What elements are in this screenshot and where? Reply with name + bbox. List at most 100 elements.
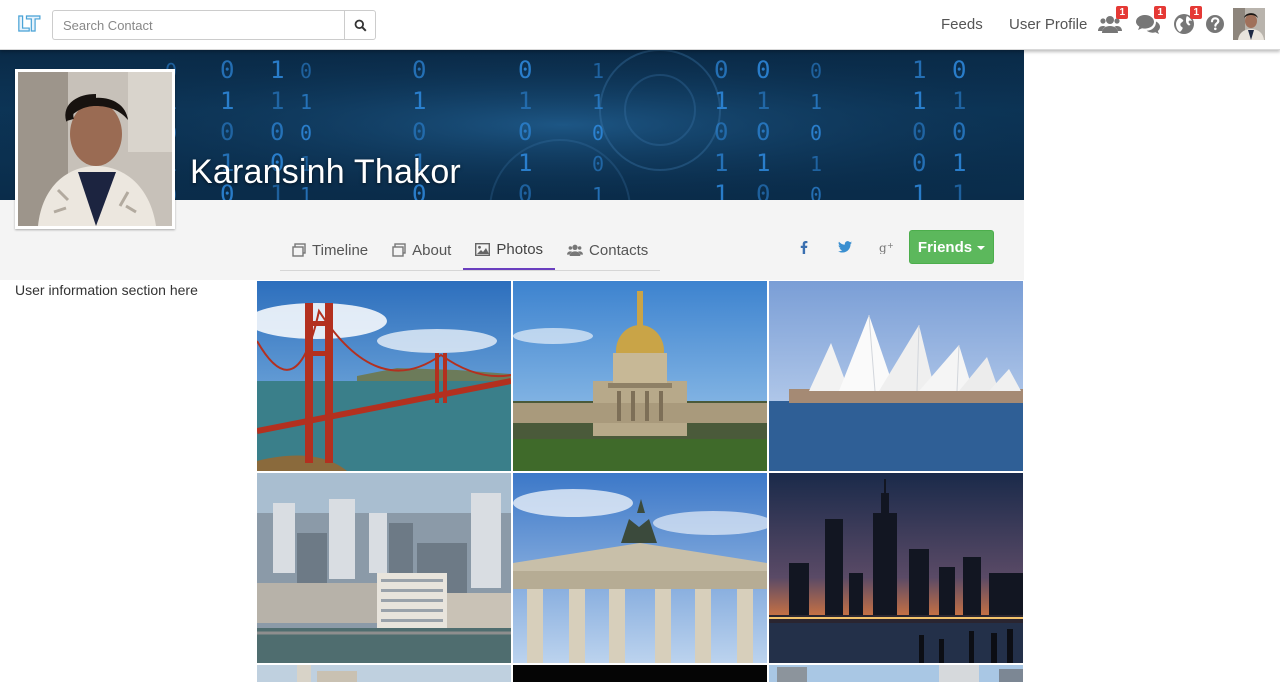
- cover-digit: 0: [952, 56, 966, 84]
- photo-row3-2[interactable]: [513, 665, 767, 682]
- cover-digit: 0: [270, 118, 284, 146]
- cover-digit: 1: [592, 183, 604, 200]
- friends-button-label: Friends: [917, 238, 973, 256]
- photo-row3-1[interactable]: [257, 665, 511, 682]
- cover-digit: 0: [412, 56, 426, 84]
- cover-digit: 1: [952, 149, 966, 177]
- facebook-button[interactable]: [794, 238, 814, 256]
- friends-dropdown-button[interactable]: Friends: [909, 230, 994, 264]
- cover-digit: 1: [912, 56, 926, 84]
- photo-icon: [475, 242, 491, 256]
- caret-down-icon: [977, 246, 986, 250]
- nav-feeds-link[interactable]: Feeds: [941, 16, 983, 33]
- cover-digit: 0: [756, 56, 770, 84]
- nav-user-profile-link[interactable]: User Profile: [1009, 16, 1087, 33]
- cover-digit: 0: [518, 180, 532, 200]
- tab-photos-label: Photos: [496, 240, 544, 258]
- friend-requests-badge: 1: [1116, 6, 1128, 19]
- twitter-icon: [838, 241, 852, 253]
- cover-digit: 0: [810, 183, 822, 200]
- svg-text:g: g: [879, 241, 887, 254]
- cover-digit: 1: [714, 180, 728, 200]
- question-icon: [1206, 15, 1224, 33]
- search-icon: [354, 19, 367, 32]
- cover-digit: 0: [220, 56, 234, 84]
- photo-city-skyline[interactable]: [257, 473, 511, 663]
- cover-digit: 0: [952, 118, 966, 146]
- svg-text:LT: LT: [17, 12, 40, 36]
- cover-digit: 0: [912, 149, 926, 177]
- user-avatar[interactable]: [1233, 8, 1265, 40]
- cover-digit: 0: [912, 118, 926, 146]
- facebook-icon: [800, 240, 808, 254]
- photo-row3-3[interactable]: [769, 665, 1023, 682]
- cover-digit: 1: [756, 87, 770, 115]
- google-plus-button[interactable]: g +: [877, 238, 897, 256]
- search-button[interactable]: [344, 10, 376, 40]
- cover-digit: 0: [756, 118, 770, 146]
- tab-timeline-label: Timeline: [312, 241, 369, 259]
- cover-digit: 1: [300, 90, 312, 114]
- cover-digit: 1: [912, 87, 926, 115]
- cover-digit: 1: [952, 180, 966, 200]
- tab-about-label: About: [412, 241, 452, 259]
- cover-digit: 0: [220, 118, 234, 146]
- notifications-button[interactable]: 1: [1172, 6, 1202, 36]
- search-bar: [52, 10, 376, 40]
- cover-digit: 0: [300, 121, 312, 145]
- cover-digit: 1: [592, 90, 604, 114]
- cover-digit: 1: [518, 87, 532, 115]
- tab-contacts-label: Contacts: [589, 241, 649, 259]
- cover-digit: 1: [810, 152, 822, 176]
- cover-digit: 0: [518, 56, 532, 84]
- twitter-button[interactable]: [835, 238, 855, 256]
- cover-digit: 1: [270, 87, 284, 115]
- profile-picture[interactable]: [15, 69, 175, 229]
- cover-digit: 0: [592, 121, 604, 145]
- notifications-badge: 1: [1190, 6, 1202, 19]
- cover-digit: 0: [412, 118, 426, 146]
- cover-digit: 1: [952, 87, 966, 115]
- cover-digit: 0: [714, 118, 728, 146]
- cover-digit: 1: [912, 180, 926, 200]
- timeline-icon: [292, 243, 306, 257]
- cover-digit: 1: [518, 149, 532, 177]
- top-navbar: LT Feeds User Profile 1 1: [0, 0, 1280, 50]
- cover-digit: 0: [714, 56, 728, 84]
- messages-button[interactable]: 1: [1136, 6, 1166, 36]
- photo-golden-gate[interactable]: [257, 281, 511, 471]
- photo-sydney-opera-house[interactable]: [769, 281, 1023, 471]
- cover-digit: 1: [810, 90, 822, 114]
- cover-digit: 1: [714, 87, 728, 115]
- logo-icon[interactable]: LT: [16, 12, 46, 36]
- cover-digit: 1: [220, 87, 234, 115]
- cover-digit: 1: [756, 149, 770, 177]
- photo-nyc-skyline-night[interactable]: [769, 473, 1023, 663]
- tab-contacts[interactable]: Contacts: [555, 230, 660, 270]
- users-icon: [567, 244, 584, 256]
- cover-digit: 0: [518, 118, 532, 146]
- cover-digit: 1: [714, 149, 728, 177]
- about-icon: [392, 243, 406, 257]
- tab-photos[interactable]: Photos: [463, 230, 556, 270]
- cover-digit: 1: [412, 87, 426, 115]
- cover-digit: 1: [592, 59, 604, 83]
- friend-requests-button[interactable]: 1: [1098, 6, 1128, 36]
- cover-digit: 0: [300, 59, 312, 83]
- search-input[interactable]: [52, 10, 344, 40]
- user-info-section: User information section here: [15, 282, 198, 298]
- help-button[interactable]: [1204, 12, 1228, 36]
- svg-text:+: +: [887, 241, 894, 250]
- profile-name: Karansinh Thakor: [190, 153, 461, 191]
- tab-timeline[interactable]: Timeline: [280, 230, 380, 270]
- cover-digit: 1: [270, 56, 284, 84]
- photo-invalides[interactable]: [513, 281, 767, 471]
- profile-tabs: Timeline About Photos Contacts: [280, 230, 660, 271]
- messages-badge: 1: [1154, 6, 1166, 19]
- cover-digit: 0: [810, 59, 822, 83]
- photo-brandenburg-gate[interactable]: [513, 473, 767, 663]
- cover-digit: 0: [810, 121, 822, 145]
- cover-digit: 0: [756, 180, 770, 200]
- google-plus-icon: g +: [879, 241, 894, 254]
- tab-about[interactable]: About: [380, 230, 463, 270]
